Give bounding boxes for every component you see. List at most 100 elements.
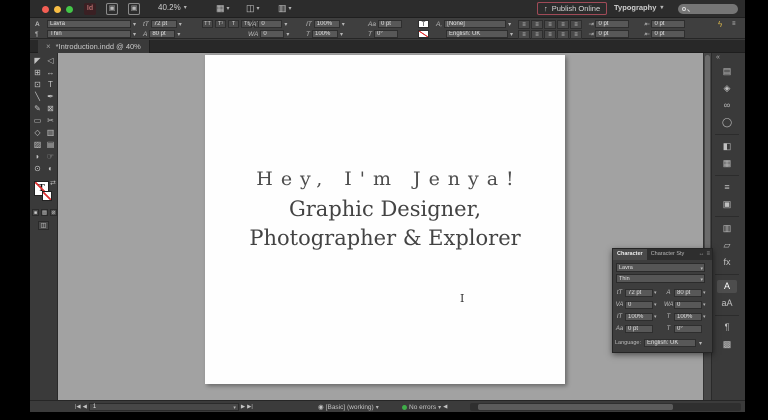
scissors-tool[interactable]: ✂ — [44, 115, 57, 127]
panel-kerning-field[interactable]: 0 — [625, 301, 653, 309]
first-line-indent-field[interactable]: 0 pt — [595, 30, 629, 38]
chevron-down-icon[interactable]: ▾ — [654, 314, 657, 320]
swatches-panel-icon[interactable]: ▦ — [717, 157, 737, 170]
chevron-down-icon[interactable]: ▾ — [699, 340, 702, 347]
superscript-button[interactable]: T¹ — [215, 20, 226, 28]
justify-center-button[interactable]: ≡ — [518, 30, 530, 39]
scroll-left-arrow[interactable]: ◀ — [443, 404, 447, 410]
page-tool[interactable]: ⊞ — [31, 67, 44, 79]
mini-bridge-icon[interactable]: ▣ — [128, 3, 140, 15]
note-tool[interactable]: ▤ — [44, 139, 57, 151]
character-panel-icon[interactable]: A — [717, 280, 737, 293]
all-caps-button[interactable]: TT — [202, 20, 213, 28]
last-page-button[interactable]: ▶| — [247, 404, 253, 410]
chevron-down-icon[interactable]: ▾ — [284, 21, 287, 28]
document-page[interactable]: Hey, I'm Jenya! Graphic Designer, Photog… — [205, 55, 565, 384]
close-window-button[interactable] — [42, 6, 49, 13]
chevron-down-icon[interactable]: ▾ — [286, 31, 289, 38]
workspace-switcher[interactable]: Typography ▾ — [614, 3, 663, 12]
preflight-profile[interactable]: [Basic] (working) — [326, 404, 374, 411]
panel-horizontal-scale-field[interactable]: 100% — [674, 313, 702, 321]
right-indent-field[interactable]: 0 pt — [651, 20, 685, 28]
tracking-field[interactable]: 0 — [260, 30, 284, 38]
close-tab-icon[interactable]: × — [46, 42, 51, 51]
underline-button[interactable]: T — [228, 20, 239, 28]
panel-menu-icon[interactable]: ≡ — [732, 21, 736, 27]
tab-character[interactable]: Character — [613, 249, 647, 260]
apply-gradient-button[interactable]: ▨ — [41, 209, 48, 216]
expand-panels-chevron[interactable]: « — [716, 54, 720, 61]
panel-vertical-scale-field[interactable]: 100% — [625, 313, 653, 321]
colour-panel-icon[interactable]: ◧ — [717, 140, 737, 153]
page-number-dropdown[interactable]: 1 ▾ — [89, 403, 239, 411]
paragraph-panel-icon[interactable]: ≡ — [717, 181, 737, 194]
layers-panel-icon[interactable]: ◈ — [717, 82, 737, 95]
publish-online-button[interactable]: ↑ Publish Online — [537, 2, 607, 15]
eyedropper-tool[interactable]: ◗ — [31, 151, 44, 163]
align-center-button[interactable]: ≡ — [531, 20, 543, 29]
panel-leading-field[interactable]: 80 pt — [674, 289, 702, 297]
swap-fill-stroke-icon[interactable]: ⇄ — [50, 179, 56, 187]
story-panel-icon[interactable]: ▥ — [717, 222, 737, 235]
paragraph-formatting-controls-button[interactable]: ¶ — [35, 31, 39, 38]
horizontal-scale-field[interactable]: 100% — [312, 30, 338, 38]
horizontal-scrollbar[interactable] — [470, 403, 741, 411]
kerning-field[interactable]: 0 — [258, 20, 282, 28]
panel-skew-field[interactable]: 0° — [674, 325, 702, 333]
pen-tool[interactable]: ✒ — [44, 91, 57, 103]
chevron-down-icon[interactable]: ▾ — [342, 21, 345, 28]
zoom-level-dropdown[interactable]: 40.2% ▾ — [158, 3, 187, 12]
apply-none-button[interactable]: ⊘ — [50, 209, 57, 216]
justify-all-button[interactable]: ≡ — [570, 20, 582, 29]
hand-tool[interactable]: ☞ — [44, 151, 57, 163]
minimize-window-button[interactable] — [54, 6, 61, 13]
document-heading[interactable]: Hey, I'm Jenya! — [205, 168, 565, 190]
chevron-down-icon[interactable]: ▾ — [654, 290, 657, 296]
last-line-indent-field[interactable]: 0 pt — [651, 30, 685, 38]
chevron-down-icon[interactable]: ▾ — [133, 31, 136, 38]
zoom-tool[interactable]: ⊙ — [31, 163, 44, 175]
pasteboard[interactable]: Hey, I'm Jenya! Graphic Designer, Photog… — [58, 53, 703, 400]
chevron-down-icon[interactable]: ▾ — [133, 21, 136, 28]
arrange-documents-dropdown[interactable]: ▥ ▾ — [278, 2, 292, 15]
glyphs-panel-icon[interactable]: ▣ — [717, 198, 737, 211]
apply-color-button[interactable]: ■ — [32, 209, 39, 216]
language-field[interactable]: English: UK — [446, 30, 508, 38]
chevron-down-icon[interactable]: ▾ — [703, 302, 706, 308]
pencil-tool[interactable]: ✎ — [31, 103, 44, 115]
document-tab[interactable]: × *Introduction.indd @ 40% — [38, 40, 150, 53]
panel-font-size-field[interactable]: 72 pt — [625, 289, 653, 297]
links-panel-icon[interactable]: ∞ — [717, 99, 737, 112]
chevron-down-icon[interactable]: ▾ — [510, 31, 513, 38]
fill-color-swatch[interactable]: T — [418, 20, 429, 28]
leading-field[interactable]: 80 pt — [149, 30, 175, 38]
paragraph-styles-panel-icon[interactable]: ¶ — [717, 321, 737, 334]
chevron-down-icon[interactable]: ▾ — [438, 404, 441, 411]
first-page-button[interactable]: |◀ — [75, 404, 81, 410]
fx-panel-icon[interactable]: fx — [717, 256, 737, 269]
chevron-down-icon[interactable]: ▾ — [700, 276, 703, 284]
character-style-field[interactable]: [None] — [444, 20, 506, 28]
selection-tool[interactable]: ◤ — [31, 55, 44, 67]
character-styles-panel-icon[interactable]: aA — [717, 297, 737, 310]
gap-tool[interactable]: ↔ — [44, 67, 57, 79]
type-tool[interactable]: T — [44, 79, 57, 91]
rectangle-frame-tool[interactable]: ⊠ — [44, 103, 57, 115]
rectangle-tool[interactable]: ▭ — [31, 115, 44, 127]
view-options-dropdown[interactable]: ▦ ▾ — [216, 2, 230, 15]
panel-baseline-shift-field[interactable]: 0 pt — [625, 325, 653, 333]
zoom-window-button[interactable] — [66, 6, 73, 13]
chevron-down-icon[interactable]: ▾ — [179, 21, 182, 28]
panel-menu-icon[interactable]: ≡ — [706, 249, 710, 260]
justify-left-button[interactable]: ≡ — [557, 20, 569, 29]
gradient-feather-tool[interactable]: ▨ — [31, 139, 44, 151]
chevron-down-icon[interactable]: ▾ — [376, 404, 379, 411]
line-tool[interactable]: ╲ — [31, 91, 44, 103]
skew-field[interactable]: 0° — [374, 30, 398, 38]
next-page-button[interactable]: ▶ — [241, 404, 245, 410]
chevron-down-icon[interactable]: ▾ — [508, 21, 511, 28]
align-towards-spine-button[interactable]: ≡ — [544, 30, 556, 39]
panel-font-family-field[interactable]: Lavra ▾ — [616, 263, 705, 272]
character-formatting-controls-button[interactable]: A — [35, 21, 40, 28]
baseline-shift-field[interactable]: 0 pt — [378, 20, 402, 28]
